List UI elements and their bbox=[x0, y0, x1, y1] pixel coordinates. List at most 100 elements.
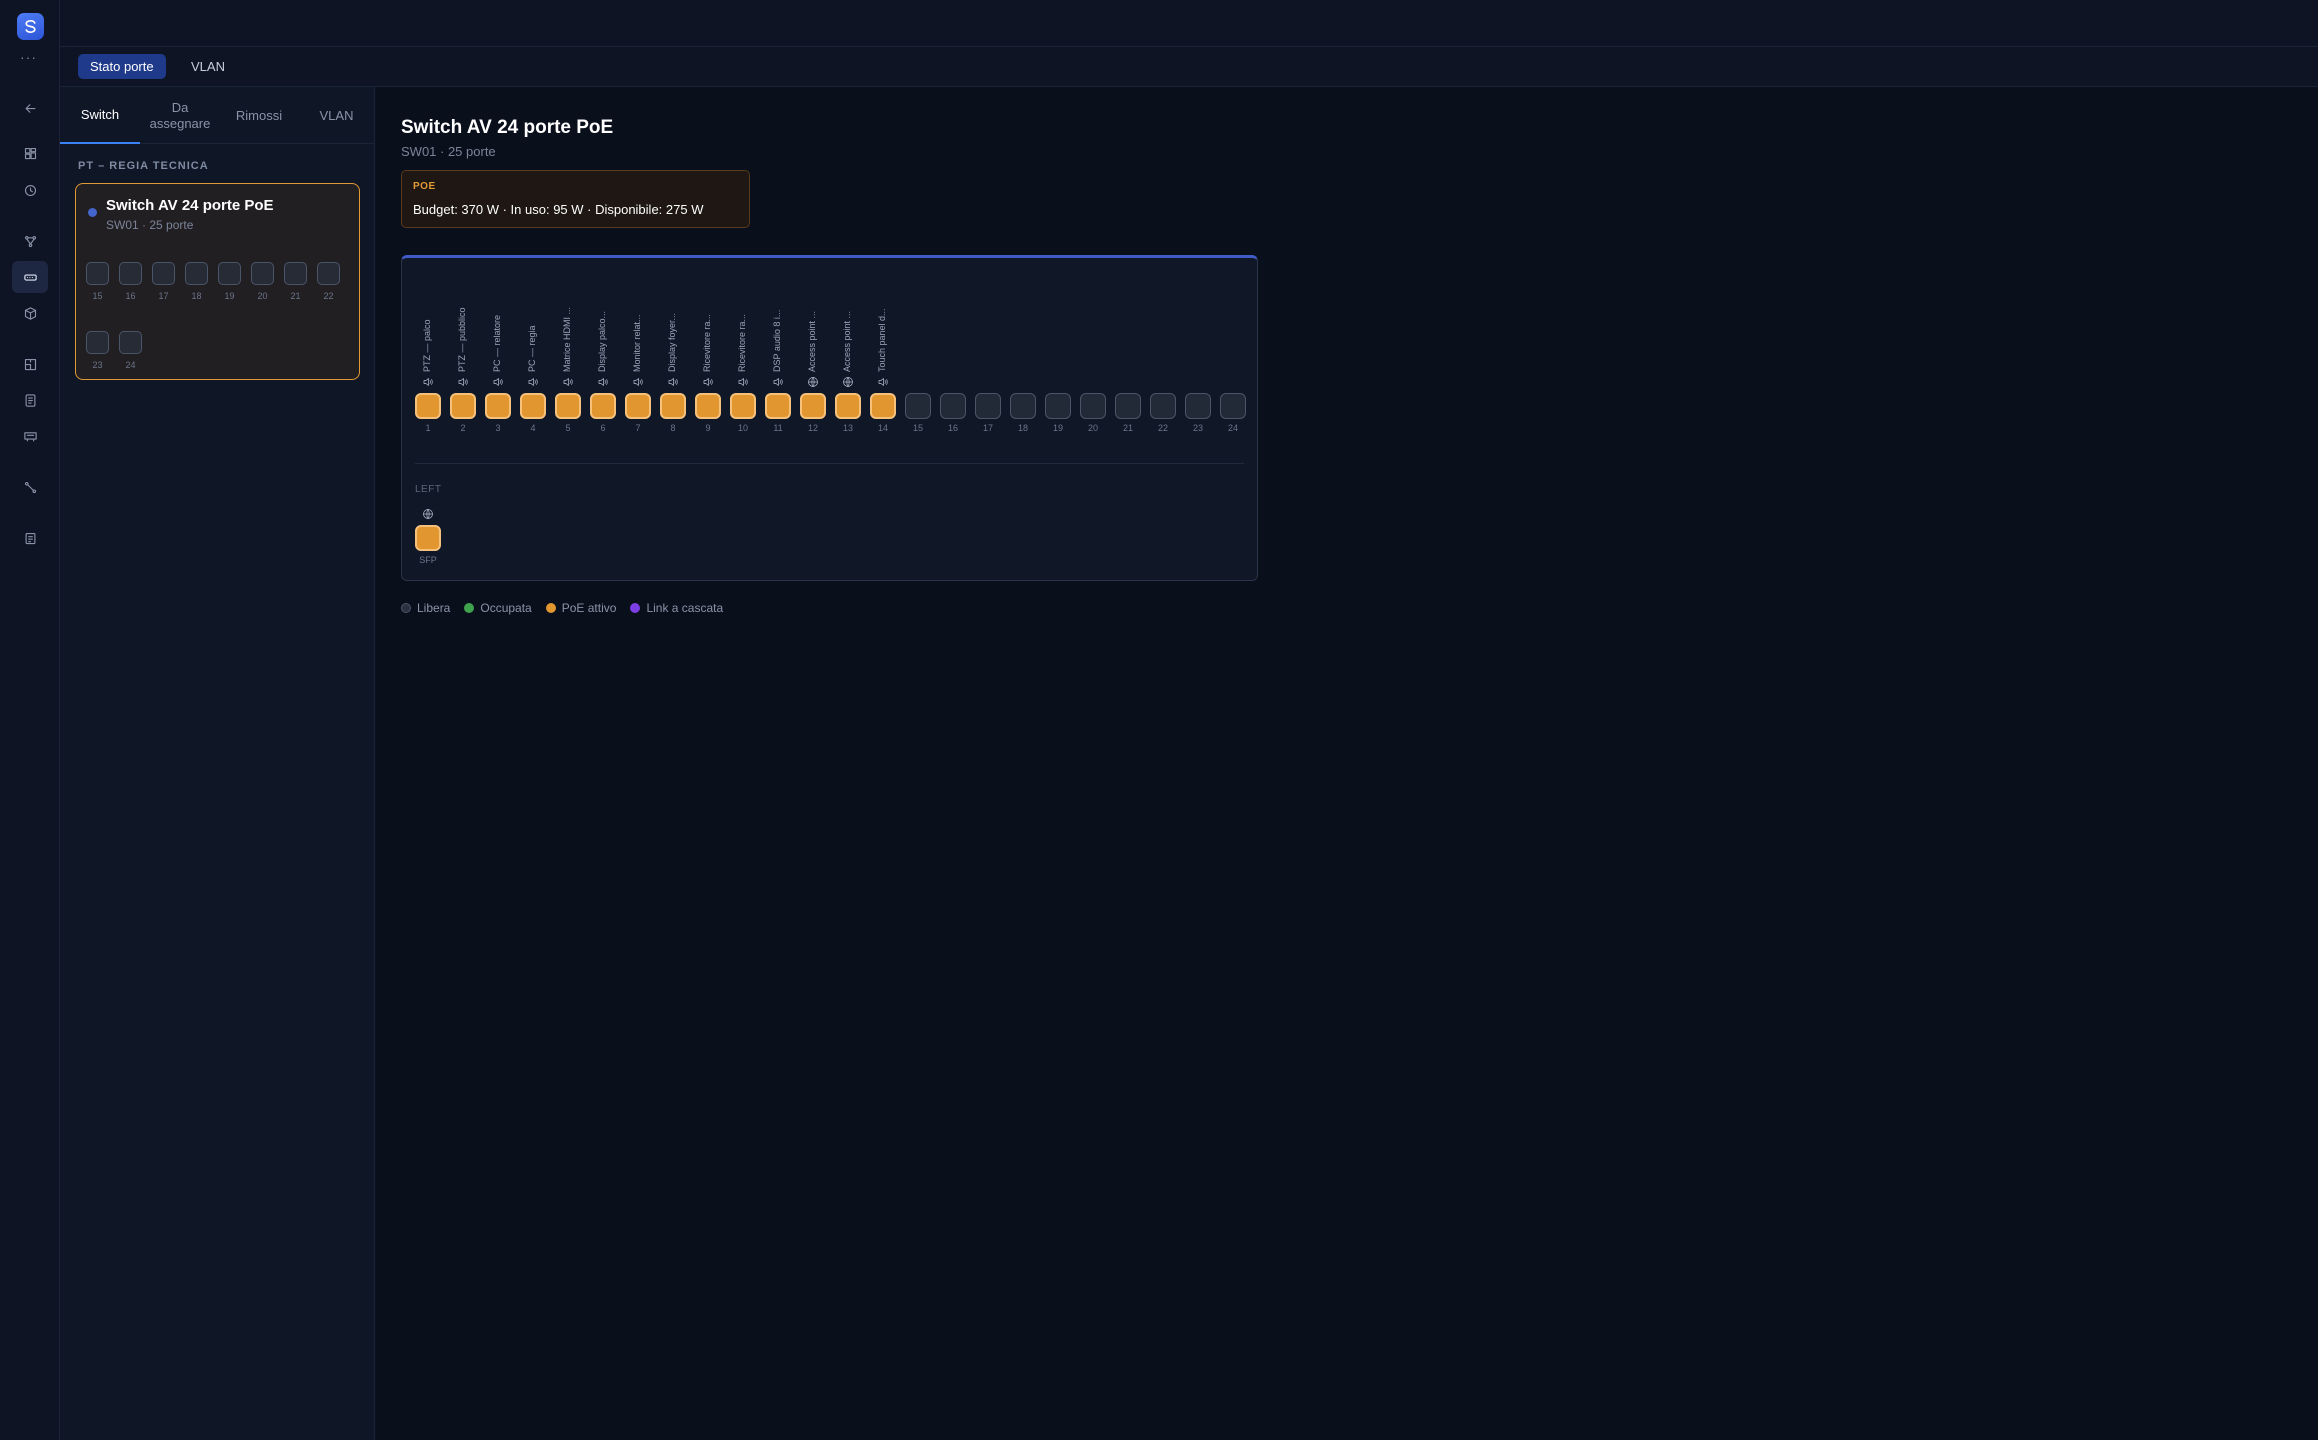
port-10[interactable] bbox=[730, 393, 756, 419]
port-number: 15 bbox=[912, 423, 923, 433]
topology-icon[interactable] bbox=[12, 225, 48, 257]
port-number: 19 bbox=[1052, 423, 1063, 433]
more-dots-icon[interactable]: ··· bbox=[20, 49, 37, 65]
cable-icon[interactable] bbox=[12, 471, 48, 503]
speaker-icon bbox=[770, 375, 786, 389]
port-2[interactable] bbox=[450, 393, 476, 419]
floorplan-icon[interactable] bbox=[12, 348, 48, 380]
rack-icon[interactable] bbox=[12, 420, 48, 452]
back-arrow-icon[interactable] bbox=[12, 92, 48, 124]
port-sfp[interactable] bbox=[415, 525, 441, 551]
port-number: 20 bbox=[1087, 423, 1098, 433]
tab-vlan[interactable]: VLAN bbox=[179, 54, 237, 79]
port-label-text: Monitor relat... bbox=[632, 314, 642, 372]
mini-port[interactable] bbox=[251, 262, 274, 285]
legend-item: Occupata bbox=[464, 601, 532, 615]
document-icon[interactable] bbox=[12, 384, 48, 416]
port-14[interactable] bbox=[870, 393, 896, 419]
port-17[interactable] bbox=[975, 393, 1001, 419]
port-label: Touch panel d... bbox=[876, 304, 890, 372]
port-22[interactable] bbox=[1150, 393, 1176, 419]
main-content: Switch AV 24 porte PoE SW01 · 25 porte P… bbox=[376, 87, 2318, 1440]
globe-icon bbox=[805, 375, 821, 389]
speaker-icon bbox=[875, 375, 891, 389]
port-number: 18 bbox=[1017, 423, 1028, 433]
mini-port[interactable] bbox=[86, 262, 109, 285]
port-label-text: PTZ — pubblico bbox=[457, 307, 467, 372]
mini-port[interactable] bbox=[152, 262, 175, 285]
legend-label: PoE attivo bbox=[561, 601, 617, 615]
app-logo-icon[interactable] bbox=[17, 13, 44, 40]
view-tabs: Stato porte VLAN bbox=[60, 47, 2318, 87]
port-4[interactable] bbox=[520, 393, 546, 419]
dashboard-icon[interactable] bbox=[12, 137, 48, 169]
mini-port-number: 21 bbox=[290, 291, 301, 301]
port-11[interactable] bbox=[765, 393, 791, 419]
port-number: 7 bbox=[635, 423, 641, 433]
port-13[interactable] bbox=[835, 393, 861, 419]
port-24[interactable] bbox=[1220, 393, 1246, 419]
port-19[interactable] bbox=[1045, 393, 1071, 419]
port-23[interactable] bbox=[1185, 393, 1211, 419]
switch-icon[interactable] bbox=[12, 261, 48, 293]
port-number: 21 bbox=[1122, 423, 1133, 433]
port-15[interactable] bbox=[905, 393, 931, 419]
mini-port[interactable] bbox=[218, 262, 241, 285]
mini-port-number: 19 bbox=[224, 291, 235, 301]
page-subtitle: SW01 · 25 porte bbox=[401, 144, 496, 159]
mini-port-number: 22 bbox=[323, 291, 334, 301]
port-label-text: Access point ... bbox=[807, 310, 817, 372]
port-number: SFP bbox=[419, 555, 437, 565]
speaker-icon bbox=[490, 375, 506, 389]
port-7[interactable] bbox=[625, 393, 651, 419]
legend: Libera Occupata PoE attivo Link a cascata bbox=[401, 601, 723, 615]
sidebar-tab-da-assegnare[interactable]: Da assegnare bbox=[140, 87, 220, 144]
poe-label: POE bbox=[413, 181, 436, 192]
port-6[interactable] bbox=[590, 393, 616, 419]
speaker-icon bbox=[525, 375, 541, 389]
divider bbox=[415, 463, 1244, 464]
port-8[interactable] bbox=[660, 393, 686, 419]
switch-card[interactable]: Switch AV 24 porte PoE SW01 · 25 porte 1… bbox=[75, 183, 360, 380]
port-label: Access point ... bbox=[841, 304, 855, 372]
sidebar-tab-vlan[interactable]: VLAN bbox=[298, 87, 375, 144]
mini-port-number: 23 bbox=[92, 360, 103, 370]
port-1[interactable] bbox=[415, 393, 441, 419]
box-icon[interactable] bbox=[12, 297, 48, 329]
port-12[interactable] bbox=[800, 393, 826, 419]
speaker-icon bbox=[700, 375, 716, 389]
port-18[interactable] bbox=[1010, 393, 1036, 419]
port-9[interactable] bbox=[695, 393, 721, 419]
mini-port[interactable] bbox=[317, 262, 340, 285]
report-icon[interactable] bbox=[12, 522, 48, 554]
mini-port[interactable] bbox=[185, 262, 208, 285]
port-label-text: Display palco... bbox=[597, 310, 607, 372]
top-bar bbox=[60, 0, 2318, 47]
port-number: 22 bbox=[1157, 423, 1168, 433]
legend-item: PoE attivo bbox=[545, 601, 617, 615]
sidebar-tabs: Switch Da assegnare Rimossi VLAN bbox=[60, 87, 374, 144]
port-number: 9 bbox=[705, 423, 711, 433]
port-5[interactable] bbox=[555, 393, 581, 419]
clock-icon[interactable] bbox=[12, 174, 48, 206]
left-section-label: LEFT bbox=[415, 484, 442, 495]
mini-port[interactable] bbox=[284, 262, 307, 285]
port-label: DSP audio 8 i... bbox=[771, 304, 785, 372]
port-20[interactable] bbox=[1080, 393, 1106, 419]
port-3[interactable] bbox=[485, 393, 511, 419]
mini-port[interactable] bbox=[119, 331, 142, 354]
tab-stato-porte[interactable]: Stato porte bbox=[78, 54, 166, 79]
port-16[interactable] bbox=[940, 393, 966, 419]
port-number: 13 bbox=[842, 423, 853, 433]
mini-port[interactable] bbox=[119, 262, 142, 285]
port-21[interactable] bbox=[1115, 393, 1141, 419]
mini-port[interactable] bbox=[86, 331, 109, 354]
port-number: 4 bbox=[530, 423, 536, 433]
speaker-icon bbox=[630, 375, 646, 389]
sidebar-tab-switch[interactable]: Switch bbox=[60, 87, 140, 144]
page-title: Switch AV 24 porte PoE bbox=[401, 117, 614, 138]
port-label: Display foyer... bbox=[666, 304, 680, 372]
speaker-icon bbox=[595, 375, 611, 389]
location-group-label: PT – REGIA TECNICA bbox=[78, 160, 209, 172]
sidebar-tab-rimossi[interactable]: Rimossi bbox=[220, 87, 298, 144]
